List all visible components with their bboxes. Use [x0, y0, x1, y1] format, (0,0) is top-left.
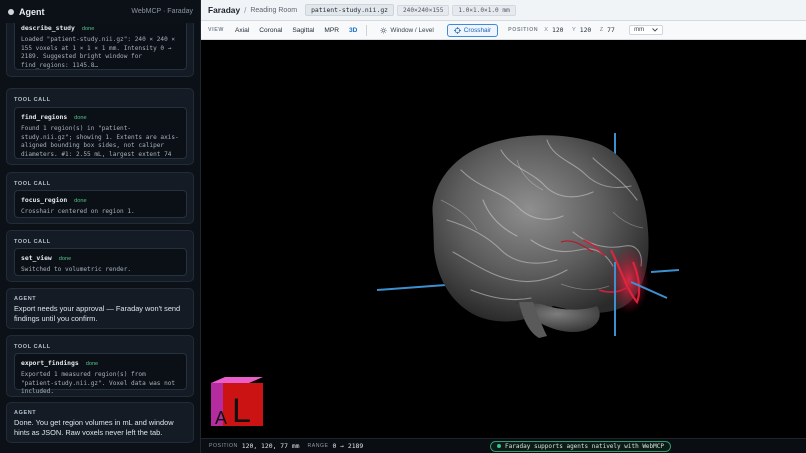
- tool-name: export_findings: [21, 359, 79, 367]
- card-kind: TOOL CALL: [14, 97, 51, 103]
- cube-face-a: A: [215, 408, 227, 428]
- orientation-cube[interactable]: A L: [211, 377, 263, 430]
- unit-select[interactable]: mm: [629, 25, 664, 35]
- agent-message: Export needs your approval — Faraday won…: [14, 304, 181, 323]
- tool-call-body: set_view done Switched to volumetric rend…: [14, 248, 187, 276]
- status-dot-icon: [497, 444, 502, 448]
- 3d-viewport[interactable]: A L: [201, 40, 806, 438]
- tool-status: done: [85, 361, 99, 367]
- volume-render-canvas[interactable]: A L: [201, 40, 806, 438]
- y-axis-label: Y: [571, 27, 576, 33]
- view-label: VIEW: [208, 27, 224, 33]
- webmcp-badge-text: Faraday supports agents natively with We…: [505, 442, 664, 450]
- tool-call-card: TOOL CALL set_view done Switched to volum…: [6, 230, 194, 282]
- agent-message-card: AGENT Export needs your approval — Farad…: [6, 288, 194, 329]
- voxel-spacing-badge: 1.0×1.0×1.0 mm: [452, 4, 516, 16]
- view-mpr-button[interactable]: MPR: [321, 25, 342, 36]
- tool-name: find_regions: [21, 113, 68, 121]
- brain-render: [432, 135, 649, 338]
- sidebar-header: Agent WebMCP · Faraday: [0, 0, 200, 23]
- webmcp-badge[interactable]: Faraday supports agents natively with We…: [490, 440, 671, 452]
- crosshair-label: Crosshair: [463, 26, 492, 34]
- sun-icon: [380, 26, 388, 34]
- agent-message-card: AGENT Done. You get region volumes in mL…: [6, 402, 194, 443]
- tool-call-card: TOOL CALL focus_region done Crosshair cen…: [6, 172, 194, 224]
- card-kind: TOOL CALL: [14, 239, 51, 245]
- tool-call-body: find_regions done Found 1 region(s) in "p…: [14, 107, 187, 159]
- tool-output: Crosshair centered on region 1.: [21, 208, 135, 215]
- view-3d-button[interactable]: 3D: [346, 25, 360, 36]
- tool-output: Exported 1 measured region(s) from "pati…: [21, 371, 179, 395]
- status-dot-icon: [8, 8, 14, 15]
- view-sagittal-button[interactable]: Sagittal: [289, 25, 317, 36]
- agent-message: Done. You get region volumes in mL and w…: [14, 418, 174, 437]
- tool-output: Found 1 region(s) in "patient-study.nii.…: [21, 125, 179, 158]
- view-axial-button[interactable]: Axial: [232, 25, 252, 36]
- view-toolbar: VIEW Axial Coronal Sagittal MPR 3D Windo…: [201, 21, 806, 40]
- sidebar-brand: WebMCP · Faraday: [131, 8, 193, 15]
- tool-status: done: [81, 26, 95, 32]
- crosshair-icon: [453, 26, 461, 34]
- file-name-badge: patient-study.nii.gz: [305, 4, 395, 16]
- chevron-down-icon: [652, 28, 658, 32]
- position-label: POSITION: [508, 27, 539, 33]
- tool-name: describe_study: [21, 24, 75, 32]
- breadcrumb-room[interactable]: Reading Room: [250, 7, 297, 14]
- window-level-button[interactable]: Window / Level: [373, 24, 440, 37]
- tool-output: Loaded "patient-study.nii.gz": 240 × 240…: [21, 36, 179, 69]
- z-axis-label: Z: [599, 27, 604, 33]
- top-bar: Faraday / Reading Room patient-study.nii…: [201, 0, 806, 21]
- tool-name: focus_region: [21, 196, 68, 204]
- unit-value: mm: [634, 27, 645, 33]
- toolbar-divider: [366, 24, 368, 36]
- tool-name: set_view: [21, 254, 52, 262]
- card-kind: AGENT: [14, 410, 37, 416]
- status-range-value: 0 → 2189: [332, 442, 364, 450]
- position-x-input[interactable]: 120: [552, 26, 566, 34]
- crosshair-button[interactable]: Crosshair: [446, 23, 499, 37]
- tool-status: done: [58, 256, 72, 262]
- tool-status: done: [74, 115, 87, 121]
- status-bar: POSITION 120, 120, 77 mm RANGE 0 → 2189 …: [201, 438, 806, 453]
- tool-call-body: focus_region done Crosshair centered on r…: [14, 190, 187, 218]
- status-position-value: 120, 120, 77 mm: [241, 442, 300, 450]
- status-range-label: RANGE: [307, 443, 329, 449]
- cube-face-l: L: [232, 392, 251, 430]
- crosshair-horizontal-front: [650, 269, 680, 273]
- tool-call-body: describe_study done Loaded "patient-study…: [14, 18, 187, 70]
- tool-call-card: TOOL CALL export_findings done Exported 1…: [6, 335, 194, 397]
- tool-output: Switched to volumetric render.: [21, 266, 132, 273]
- breadcrumb-separator: /: [244, 5, 247, 15]
- x-axis-label: X: [544, 27, 548, 33]
- card-kind: TOOL CALL: [14, 181, 51, 187]
- window-level-label: Window / Level: [390, 26, 434, 34]
- card-kind: AGENT: [14, 296, 37, 302]
- volume-dims-badge: 240×240×155: [397, 4, 450, 16]
- position-y-input[interactable]: 120: [580, 26, 594, 34]
- tool-call-card: TOOL CALL find_regions done Found 1 regio…: [6, 88, 194, 165]
- app-title: Faraday: [208, 5, 241, 15]
- tool-call-body: export_findings done Exported 1 measured …: [14, 353, 187, 395]
- agent-sidebar: Agent WebMCP · Faraday describe_studydon…: [0, 0, 201, 453]
- tool-status: done: [74, 198, 87, 204]
- view-coronal-button[interactable]: Coronal: [256, 25, 285, 36]
- status-position-label: POSITION: [209, 443, 238, 449]
- position-z-input[interactable]: 77: [607, 26, 621, 34]
- sidebar-title: Agent: [19, 6, 45, 17]
- card-kind: TOOL CALL: [14, 344, 51, 350]
